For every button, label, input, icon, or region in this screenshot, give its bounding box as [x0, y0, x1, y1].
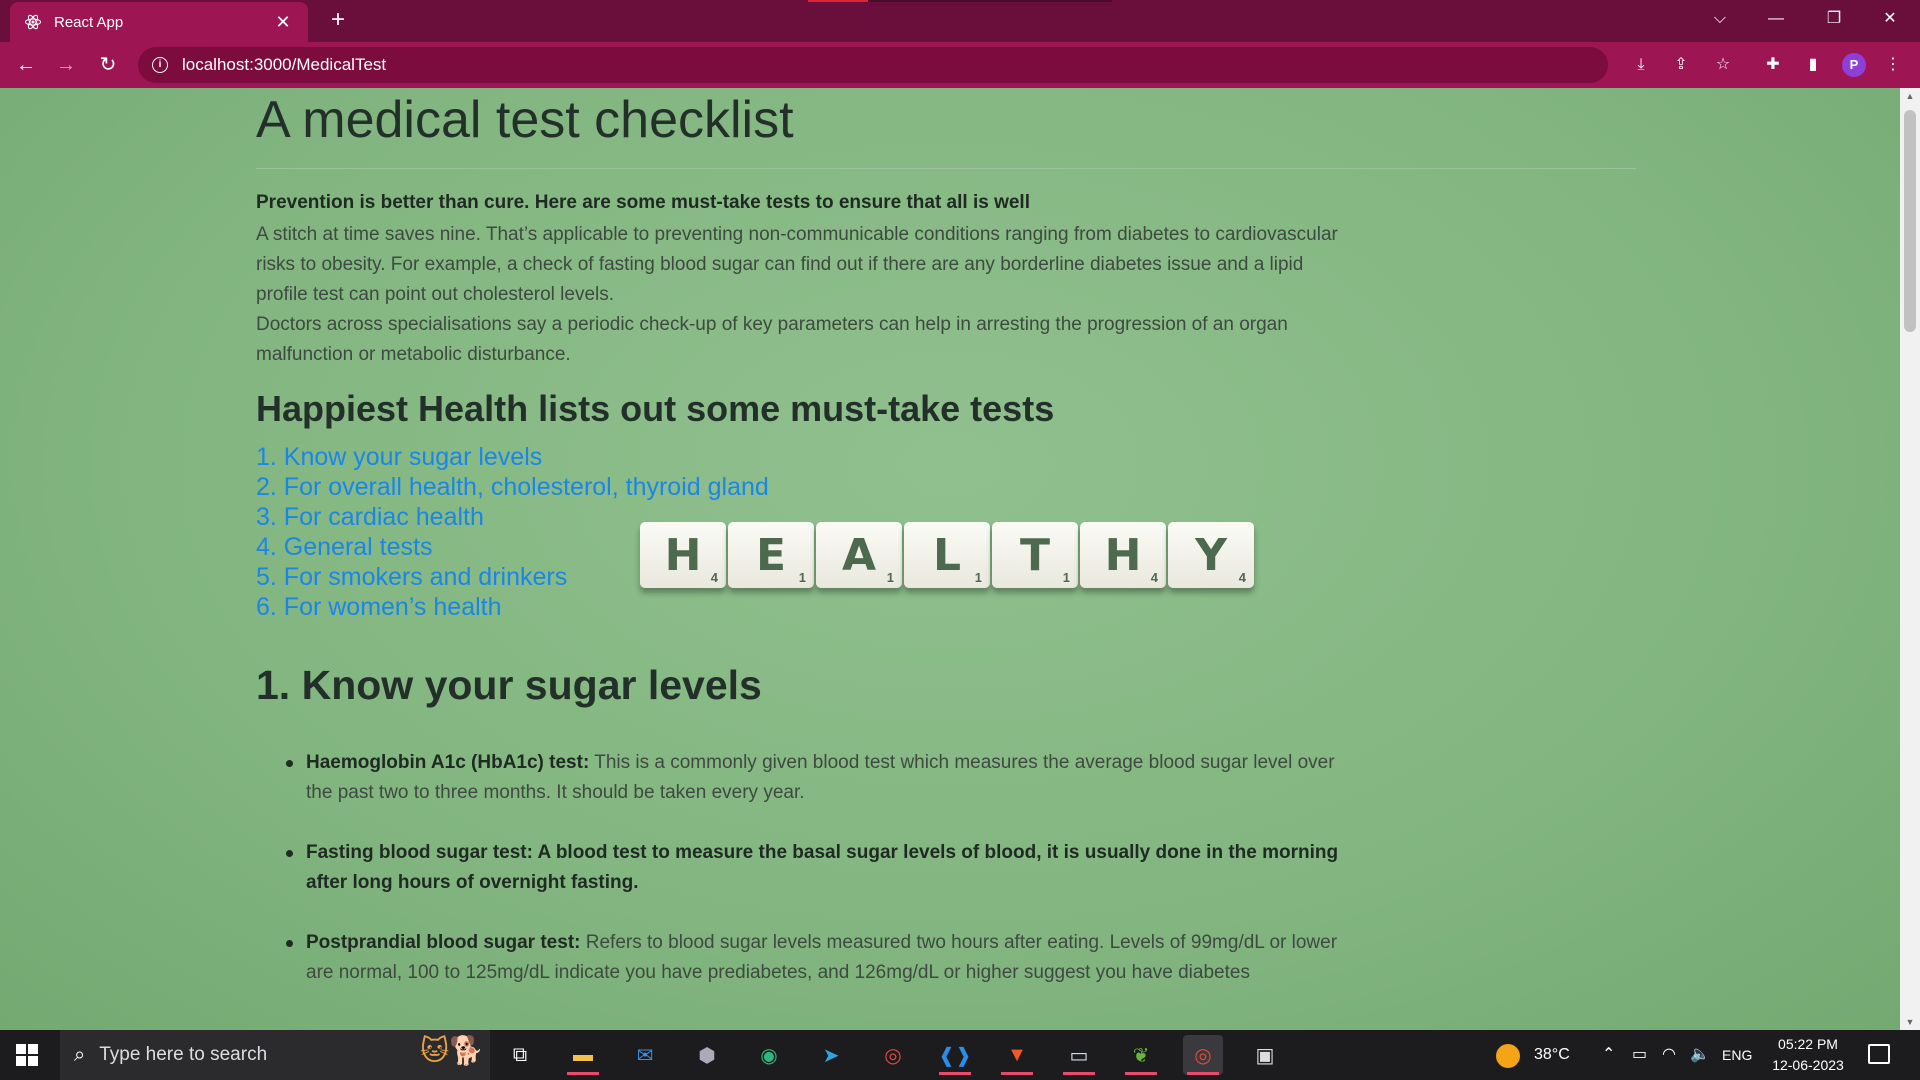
sugar-tests-list: Haemoglobin A1c (HbA1c) test: This is a … [286, 748, 1356, 1018]
toc-link-overall-health[interactable]: 2. For overall health, cholesterol, thyr… [256, 472, 769, 502]
weather-temp[interactable]: 38°C [1534, 1030, 1570, 1080]
scroll-down-icon[interactable]: ▼ [1900, 1014, 1920, 1030]
back-button[interactable]: ← [12, 51, 40, 79]
search-highlight-art-icon: 🐱🐕 [419, 1035, 484, 1066]
intro-paragraph-2: Doctors across specialisations say a per… [256, 314, 1288, 365]
vscode-icon[interactable]: ❰❱ [935, 1035, 975, 1075]
reload-button[interactable]: ↻ [94, 51, 122, 79]
section-sugar-title: 1. Know your sugar levels [256, 662, 762, 708]
tab-title: React App [54, 13, 124, 31]
toc-link-women[interactable]: 6. For women’s health [256, 592, 769, 622]
page-viewport: A medical test checklist Prevention is b… [0, 88, 1900, 1030]
list-item: Fasting blood sugar test: A blood test t… [286, 838, 1356, 898]
minimize-button[interactable]: — [1748, 0, 1804, 40]
lead-text: Prevention is better than cure. Here are… [256, 192, 1030, 213]
browser-toolbar: ← → ↻ i localhost:3000/MedicalTest ⤓ ⇪ ☆… [0, 42, 1920, 88]
tests-heading-rest: lists out some must-take tests [528, 388, 1055, 429]
brand-name: Happiest Health [256, 388, 529, 429]
letter-tile: H4 [640, 522, 726, 588]
letter-tile: E1 [728, 522, 814, 588]
notification-icon[interactable] [1868, 1044, 1890, 1064]
taskbar: ⌕ Type here to search 🐱🐕 ⧉ ▬ ✉ ⬢ ◉ ➤ ◎ ❰… [0, 1030, 1920, 1080]
react-favicon-icon [24, 13, 42, 31]
letter-tile: H4 [1080, 522, 1166, 588]
volume-icon[interactable]: 🔈 [1690, 1030, 1710, 1080]
mail-icon[interactable]: ✉ [625, 1035, 665, 1075]
scroll-up-icon[interactable]: ▲ [1900, 88, 1920, 104]
bookmark-star-icon[interactable]: ☆ [1712, 54, 1734, 76]
letter-tile: A1 [816, 522, 902, 588]
title-divider [256, 168, 1636, 169]
show-hidden-icons-icon[interactable]: ⌃ [1602, 1030, 1615, 1080]
new-tab-button[interactable]: + [324, 6, 352, 34]
clock-time: 05:22 PM [1778, 1036, 1838, 1052]
tests-heading: Happiest Health lists out some must-take… [256, 388, 1054, 430]
task-view-icon[interactable]: ⧉ [500, 1035, 540, 1075]
install-app-icon[interactable]: ⤓ [1630, 54, 1652, 76]
side-panel-icon[interactable]: ▮ [1802, 54, 1824, 76]
url-text: localhost:3000/MedicalTest [182, 55, 387, 74]
healthy-tiles-image: H4 E1 A1 L1 T1 H4 Y4 [640, 522, 1254, 588]
letter-tile: T1 [992, 522, 1078, 588]
brave-icon[interactable]: ▼ [997, 1035, 1037, 1075]
browser-titlebar: React App ✕ + ⌵ — ❐ ✕ [0, 0, 1920, 42]
browser-menu-icon[interactable]: ⋮ [1882, 54, 1904, 76]
weather-sun-icon[interactable] [1496, 1044, 1520, 1068]
share-icon[interactable]: ⇪ [1670, 54, 1692, 76]
wifi-icon[interactable]: ◠ [1662, 1030, 1676, 1080]
page-title: A medical test checklist [256, 91, 794, 149]
address-bar[interactable]: i localhost:3000/MedicalTest [138, 47, 1608, 83]
search-placeholder: Type here to search [99, 1044, 268, 1065]
intro-paragraph-1: A stitch at time saves nine. That’s appl… [256, 224, 1338, 305]
file-explorer-icon[interactable]: ▬ [563, 1035, 603, 1075]
language-indicator[interactable]: ENG [1722, 1030, 1752, 1080]
telegram-icon[interactable]: ➤ [811, 1035, 851, 1075]
list-item: Haemoglobin A1c (HbA1c) test: This is a … [286, 748, 1356, 808]
search-icon: ⌕ [74, 1043, 86, 1066]
site-info-icon[interactable]: i [152, 57, 168, 73]
windows-start-icon[interactable] [16, 1044, 38, 1066]
tab-search-chevron-icon[interactable]: ⌵ [1692, 0, 1748, 40]
terminal-icon[interactable]: ▣ [1245, 1035, 1285, 1075]
app-hexagon-icon[interactable]: ⬢ [687, 1035, 727, 1075]
toc-link-sugar[interactable]: 1. Know your sugar levels [256, 442, 769, 472]
page-scrollbar[interactable]: ▲ ▼ [1900, 88, 1920, 1030]
chrome-icon[interactable]: ◎ [873, 1035, 913, 1075]
list-item: Postprandial blood sugar test: Refers to… [286, 928, 1356, 988]
edge-icon[interactable]: ◉ [749, 1035, 789, 1075]
letter-tile: L1 [904, 522, 990, 588]
loading-bar [808, 0, 1112, 2]
extensions-puzzle-icon[interactable]: ✚ [1762, 54, 1784, 76]
close-window-button[interactable]: ✕ [1862, 0, 1918, 40]
browser-tab[interactable]: React App ✕ [10, 2, 308, 42]
profile-avatar[interactable]: P [1842, 53, 1866, 77]
clock[interactable]: 05:22 PM 12-06-2023 [1760, 1034, 1856, 1076]
forward-button[interactable]: → [52, 51, 80, 79]
scrollbar-thumb[interactable] [1904, 110, 1916, 332]
spring-icon[interactable]: ❦ [1121, 1035, 1161, 1075]
mysql-workbench-icon[interactable]: ▭ [1059, 1035, 1099, 1075]
chrome-profile-icon[interactable]: ◎ [1183, 1035, 1223, 1075]
tab-close-icon[interactable]: ✕ [272, 12, 294, 33]
letter-tile: Y4 [1168, 522, 1254, 588]
clock-date: 12-06-2023 [1772, 1057, 1844, 1073]
restore-button[interactable]: ❐ [1806, 0, 1862, 40]
taskbar-search[interactable]: ⌕ Type here to search 🐱🐕 [60, 1030, 490, 1080]
battery-icon[interactable]: ▭ [1632, 1030, 1647, 1080]
